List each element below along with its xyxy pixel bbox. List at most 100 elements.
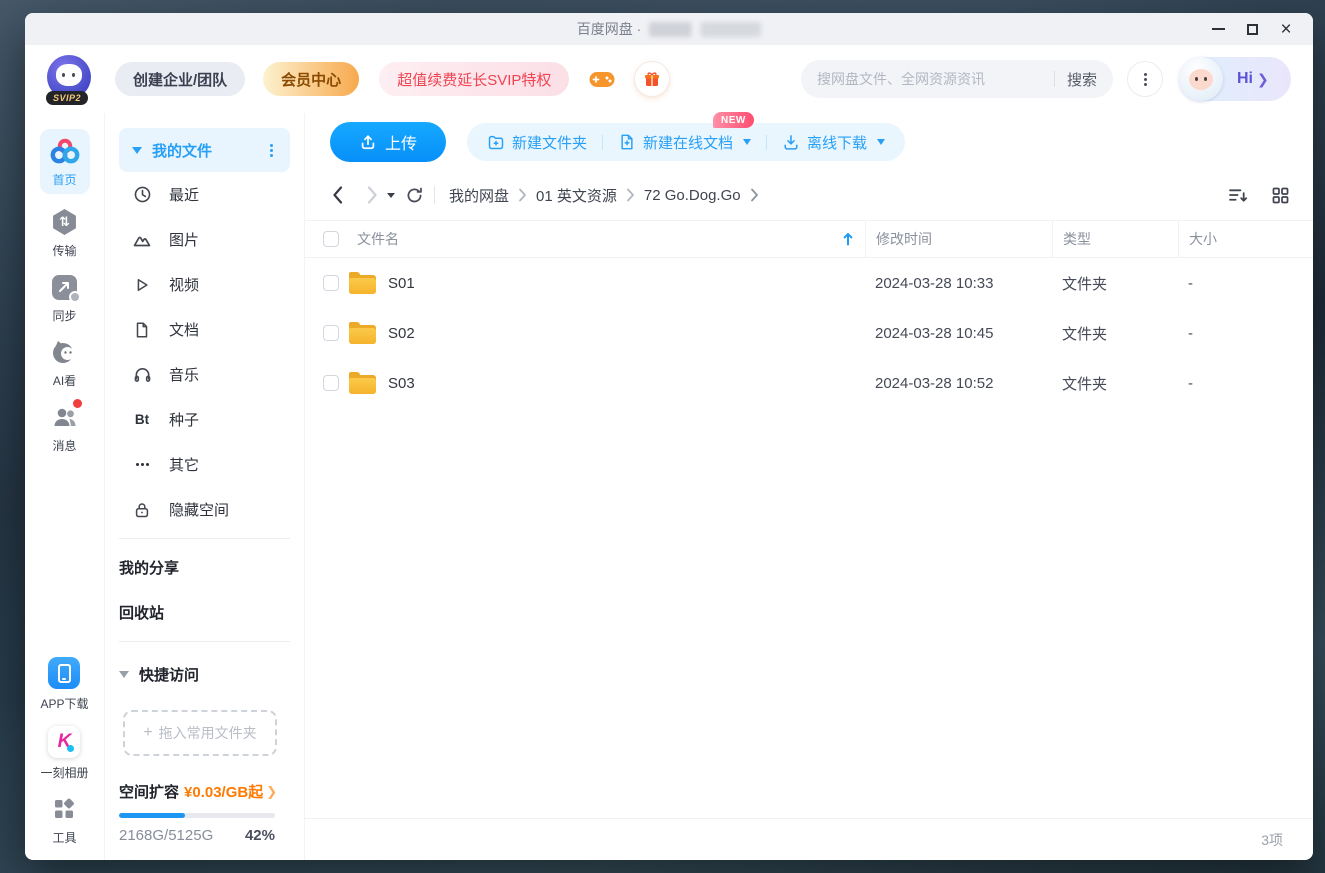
rail-item-sync[interactable]: 同步 xyxy=(52,272,77,324)
sidebar-item-music[interactable]: 音乐 xyxy=(119,352,290,397)
maximize-button[interactable] xyxy=(1235,13,1269,45)
rail-label: APP下载 xyxy=(40,695,88,712)
column-header-size[interactable]: 大小 xyxy=(1178,221,1290,257)
sidebar-item-pictures[interactable]: 图片 xyxy=(119,217,290,262)
sidebar-my-files-header[interactable]: 我的文件 xyxy=(119,128,290,172)
row-checkbox[interactable] xyxy=(323,325,339,341)
caret-down-icon xyxy=(877,139,885,145)
window-title: 百度网盘 · xyxy=(577,19,762,39)
sidebar-item-label: 最近 xyxy=(169,184,199,205)
forward-button[interactable] xyxy=(366,185,379,205)
close-button[interactable]: × xyxy=(1269,13,1303,45)
drop-favorite-folder-zone[interactable]: 拖入常用文件夹 xyxy=(123,710,277,756)
quick-access-header[interactable]: 快捷访问 xyxy=(119,654,290,694)
sidebar-item-hidden-space[interactable]: 隐藏空间 xyxy=(119,487,290,532)
game-button[interactable] xyxy=(585,62,619,96)
table-row[interactable]: S03 2024-03-28 10:52 文件夹 - xyxy=(305,358,1313,408)
search-button[interactable]: 搜索 xyxy=(1067,69,1097,90)
grid-view-button[interactable] xyxy=(1271,186,1290,205)
column-header-modified[interactable]: 修改时间 xyxy=(865,221,1052,257)
minimize-button[interactable] xyxy=(1201,13,1235,45)
sidebar-item-label: 隐藏空间 xyxy=(169,499,229,520)
rail-item-transfer[interactable]: ⇅ 传输 xyxy=(52,207,78,259)
file-type: 文件夹 xyxy=(1052,373,1178,394)
chevron-right-icon: ❯ xyxy=(266,784,277,800)
create-team-button[interactable]: 创建企业/团队 xyxy=(115,62,245,96)
offline-download-button[interactable]: 离线下载 xyxy=(782,132,885,153)
rail-item-ai-view[interactable]: AI看 xyxy=(51,337,78,389)
column-header-name[interactable]: 文件名 xyxy=(357,229,399,249)
item-count-label: 3项 xyxy=(1261,830,1283,850)
breadcrumb-expand-button[interactable] xyxy=(750,188,759,202)
file-name[interactable]: S03 xyxy=(388,375,415,392)
file-name[interactable]: S01 xyxy=(388,275,415,292)
history-dropdown-button[interactable] xyxy=(387,193,395,198)
document-icon xyxy=(132,320,152,340)
breadcrumb-item-parent[interactable]: 01 英文资源 xyxy=(536,185,617,206)
new-folder-button[interactable]: 新建文件夹 xyxy=(487,132,587,153)
sidebar-item-recycle-bin[interactable]: 回收站 xyxy=(119,590,290,635)
sort-button[interactable] xyxy=(1228,187,1249,204)
main-content: 上传 新建文件夹 新建在线文档 xyxy=(305,113,1313,860)
gift-button[interactable] xyxy=(635,62,669,96)
redacted-account-name xyxy=(649,22,761,37)
my-files-menu-button[interactable] xyxy=(266,145,277,156)
upload-icon xyxy=(359,133,377,151)
sidebar-item-my-share[interactable]: 我的分享 xyxy=(119,545,290,590)
storage-progress-fill xyxy=(119,813,185,818)
sidebar-item-other[interactable]: 其它 xyxy=(119,442,290,487)
refresh-button[interactable] xyxy=(405,186,424,205)
breadcrumb-item-current[interactable]: 72 Go.Dog.Go xyxy=(644,187,741,204)
sidebar-item-torrents[interactable]: Bt 种子 xyxy=(119,397,290,442)
sort-ascending-icon[interactable] xyxy=(843,232,853,246)
rail-item-tools[interactable]: 工具 xyxy=(52,794,76,846)
back-button[interactable] xyxy=(331,185,344,205)
download-icon xyxy=(782,133,800,151)
header: SVIP2 创建企业/团队 会员中心 超值续费延长SVIP特权 xyxy=(25,45,1313,113)
app-window: 百度网盘 · × SVIP2 创建企业/团队 会员中心 超值续费延长SVIP特权 xyxy=(25,13,1313,860)
search-bar: 搜索 xyxy=(801,60,1113,98)
search-divider xyxy=(1054,71,1055,87)
rail-item-messages[interactable]: 消息 xyxy=(52,402,78,454)
storage-usage: 2168G/5125G xyxy=(119,827,213,844)
folder-icon xyxy=(349,272,376,294)
drop-hint-label: 拖入常用文件夹 xyxy=(159,723,257,743)
sidebar-item-documents[interactable]: 文档 xyxy=(119,307,290,352)
row-checkbox[interactable] xyxy=(323,375,339,391)
app-download-icon xyxy=(48,656,80,690)
sidebar-item-label: 文档 xyxy=(169,319,199,340)
search-input[interactable] xyxy=(817,71,1042,87)
storage-expand-link[interactable]: 空间扩容 ¥0.03/GB起 ❯ xyxy=(119,781,275,802)
file-name[interactable]: S02 xyxy=(388,325,415,342)
notification-dot xyxy=(73,399,82,408)
column-header-type[interactable]: 类型 xyxy=(1052,221,1178,257)
sidebar-item-label: 音乐 xyxy=(169,364,199,385)
svip-promo-button[interactable]: 超值续费延长SVIP特权 xyxy=(379,62,569,96)
row-checkbox[interactable] xyxy=(323,275,339,291)
rail-label: AI看 xyxy=(53,372,76,389)
sidebar-item-recent[interactable]: 最近 xyxy=(119,172,290,217)
member-center-button[interactable]: 会员中心 xyxy=(263,62,359,96)
breadcrumb-item-root[interactable]: 我的网盘 xyxy=(449,185,509,206)
kebab-menu-icon xyxy=(1144,78,1147,81)
table-row[interactable]: S02 2024-03-28 10:45 文件夹 - xyxy=(305,308,1313,358)
rail-item-home[interactable]: 首页 xyxy=(40,129,90,194)
account-button[interactable]: Hi ❯ xyxy=(1179,57,1291,101)
greeting-label: Hi xyxy=(1237,70,1253,88)
upload-button[interactable]: 上传 xyxy=(330,122,446,162)
sidebar-item-videos[interactable]: 视频 xyxy=(119,262,290,307)
select-all-checkbox[interactable] xyxy=(323,231,339,247)
rail-item-app-download[interactable]: APP下载 xyxy=(40,656,88,712)
bt-icon: Bt xyxy=(132,410,152,430)
table-row[interactable]: S01 2024-03-28 10:33 文件夹 - xyxy=(305,258,1313,308)
rail-item-photo-album[interactable]: K 一刻相册 xyxy=(40,725,88,781)
new-online-doc-button[interactable]: 新建在线文档 xyxy=(618,132,751,153)
window-controls: × xyxy=(1201,13,1303,45)
folder-icon xyxy=(349,322,376,344)
rail-label: 一刻相册 xyxy=(40,764,88,781)
app-logo-avatar[interactable]: SVIP2 xyxy=(45,55,93,103)
maximize-icon xyxy=(1247,24,1258,35)
quick-access-title: 快捷访问 xyxy=(139,664,199,685)
more-menu-button[interactable] xyxy=(1127,61,1163,97)
rail-label: 首页 xyxy=(52,171,76,188)
